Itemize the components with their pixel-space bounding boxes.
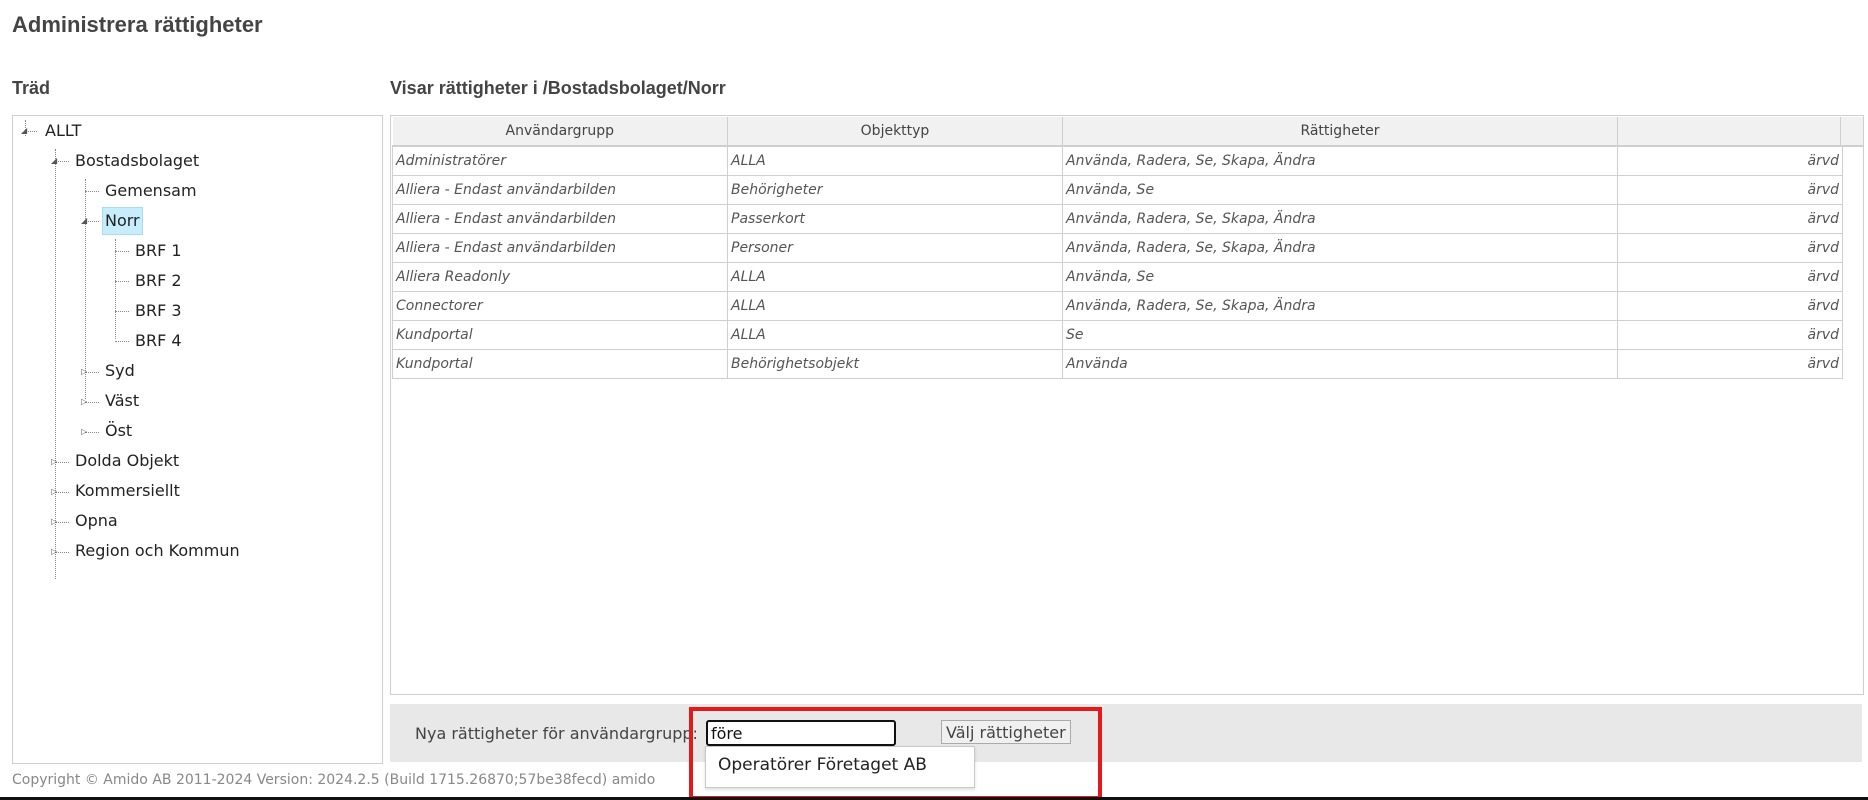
cell-object-type: Behörigheter <box>727 175 1063 205</box>
permissions-table: Användargrupp Objekttyp Rättigheter Admi… <box>392 117 1843 379</box>
tree-node-opna[interactable]: Opna <box>73 508 120 534</box>
footer-copyright: Copyright © Amido AB 2011-2024 Version: … <box>12 772 656 788</box>
cell-user-group: Connectorer <box>392 291 728 321</box>
tree-node-brf-2[interactable]: BRF 2 <box>133 268 184 294</box>
table-row[interactable]: Kundportal ALLA Se ärvd <box>392 320 1843 350</box>
cell-object-type: ALLA <box>727 320 1063 350</box>
tree-connector <box>55 149 56 579</box>
triangle-down-icon[interactable]: ◢ <box>51 157 57 165</box>
tree-node-kommersiellt[interactable]: Kommersiellt <box>73 478 182 504</box>
assign-label: Nya rättigheter för användargrupp: <box>415 724 698 743</box>
table-row[interactable]: Alliera - Endast användarbilden Personer… <box>392 233 1843 263</box>
cell-inherited: ärvd <box>1617 320 1843 350</box>
triangle-down-icon[interactable]: ◢ <box>21 127 27 135</box>
choose-permissions-button[interactable]: Välj rättigheter <box>941 720 1071 744</box>
assign-permissions-bar: Nya rättigheter för användargrupp: Välj … <box>390 704 1862 762</box>
cell-object-type: ALLA <box>727 145 1063 176</box>
cell-user-group: Alliera - Endast användarbilden <box>392 204 728 234</box>
table-row[interactable]: Kundportal Behörighetsobjekt Använda ärv… <box>392 349 1843 379</box>
triangle-right-icon[interactable]: ▷ <box>51 488 57 496</box>
cell-object-type: ALLA <box>727 291 1063 321</box>
cell-inherited: ärvd <box>1617 291 1843 321</box>
cell-permissions: Använda, Se <box>1062 262 1618 292</box>
tree-node-region-och-kommun[interactable]: Region och Kommun <box>73 538 242 564</box>
tree-node-brf-1[interactable]: BRF 1 <box>133 238 184 264</box>
triangle-right-icon[interactable]: ▷ <box>51 548 57 556</box>
tree-connector <box>85 179 86 399</box>
header-filler <box>1840 117 1863 147</box>
cell-permissions: Se <box>1062 320 1618 350</box>
cell-user-group: Administratörer <box>392 145 728 176</box>
triangle-right-icon[interactable]: ▷ <box>51 458 57 466</box>
table-row[interactable]: Alliera - Endast användarbilden Behörigh… <box>392 175 1843 205</box>
cell-permissions: Använda, Radera, Se, Skapa, Ändra <box>1062 233 1618 263</box>
cell-object-type: Personer <box>727 233 1063 263</box>
column-header-objekttyp[interactable]: Objekttyp <box>727 117 1063 147</box>
autocomplete-dropdown: Operatörer Företaget AB <box>705 746 975 788</box>
tree-connector <box>115 311 129 312</box>
tree-node-ost[interactable]: Öst <box>103 418 134 444</box>
cell-permissions: Använda, Se <box>1062 175 1618 205</box>
autocomplete-option[interactable]: Operatörer Företaget AB <box>718 755 927 775</box>
cell-inherited: ärvd <box>1617 233 1843 263</box>
table-row[interactable]: Alliera Readonly ALLA Använda, Se ärvd <box>392 262 1843 292</box>
triangle-right-icon[interactable]: ▷ <box>81 428 87 436</box>
cell-user-group: Alliera - Endast användarbilden <box>392 175 728 205</box>
tree-node-gemensam[interactable]: Gemensam <box>103 178 199 204</box>
tree-node-bostadsbolaget[interactable]: Bostadsbolaget <box>73 148 201 174</box>
page-title: Administrera rättigheter <box>12 12 263 37</box>
tree-node-dolda-objekt[interactable]: Dolda Objekt <box>73 448 181 474</box>
cell-permissions: Använda, Radera, Se, Skapa, Ändra <box>1062 204 1618 234</box>
cell-user-group: Alliera Readonly <box>392 262 728 292</box>
cell-permissions: Använda, Radera, Se, Skapa, Ändra <box>1062 291 1618 321</box>
tree-panel: ◢ ◢ ◢ ▷ ▷ ▷ ▷ ▷ ▷ ▷ ALLT Bostadsbolaget … <box>12 115 383 764</box>
tree-connector <box>115 251 129 252</box>
cell-object-type: Passerkort <box>727 204 1063 234</box>
table-row[interactable]: Administratörer ALLA Använda, Radera, Se… <box>392 145 1843 176</box>
triangle-right-icon[interactable]: ▷ <box>81 368 87 376</box>
cell-user-group: Kundportal <box>392 349 728 379</box>
tree-node-vast[interactable]: Väst <box>103 388 141 414</box>
triangle-down-icon[interactable]: ◢ <box>81 217 87 225</box>
cell-permissions: Använda <box>1062 349 1618 379</box>
tree-node-brf-4[interactable]: BRF 4 <box>133 328 184 354</box>
cell-inherited: ärvd <box>1617 204 1843 234</box>
tree-connector <box>115 239 116 339</box>
tree-node-brf-3[interactable]: BRF 3 <box>133 298 184 324</box>
cell-inherited: ärvd <box>1617 262 1843 292</box>
cell-inherited: ärvd <box>1617 349 1843 379</box>
table-header-row: Användargrupp Objekttyp Rättigheter <box>392 117 1843 147</box>
triangle-right-icon[interactable]: ▷ <box>51 518 57 526</box>
cell-inherited: ärvd <box>1617 145 1843 176</box>
cell-user-group: Kundportal <box>392 320 728 350</box>
user-group-input[interactable] <box>706 720 896 746</box>
permissions-grid: Användargrupp Objekttyp Rättigheter Admi… <box>390 115 1864 695</box>
tree-node-syd[interactable]: Syd <box>103 358 137 384</box>
cell-inherited: ärvd <box>1617 175 1843 205</box>
cell-permissions: Använda, Radera, Se, Skapa, Ändra <box>1062 145 1618 176</box>
cell-object-type: ALLA <box>727 262 1063 292</box>
table-row[interactable]: Alliera - Endast användarbilden Passerko… <box>392 204 1843 234</box>
cell-object-type: Behörighetsobjekt <box>727 349 1063 379</box>
cell-user-group: Alliera - Endast användarbilden <box>392 233 728 263</box>
grid-heading: Visar rättigheter i /Bostadsbolaget/Norr <box>390 78 726 98</box>
table-row[interactable]: Connectorer ALLA Använda, Radera, Se, Sk… <box>392 291 1843 321</box>
column-header-anvandargrupp[interactable]: Användargrupp <box>392 117 728 147</box>
column-header-inheritance[interactable] <box>1617 117 1843 147</box>
tree-connector <box>115 341 129 342</box>
tree-node-allt[interactable]: ALLT <box>43 118 83 144</box>
tree-connector <box>85 191 99 192</box>
column-header-rattigheter[interactable]: Rättigheter <box>1062 117 1618 147</box>
tree-heading: Träd <box>12 78 51 98</box>
triangle-right-icon[interactable]: ▷ <box>81 398 87 406</box>
tree-connector <box>115 281 129 282</box>
tree-node-norr[interactable]: Norr <box>102 207 143 235</box>
